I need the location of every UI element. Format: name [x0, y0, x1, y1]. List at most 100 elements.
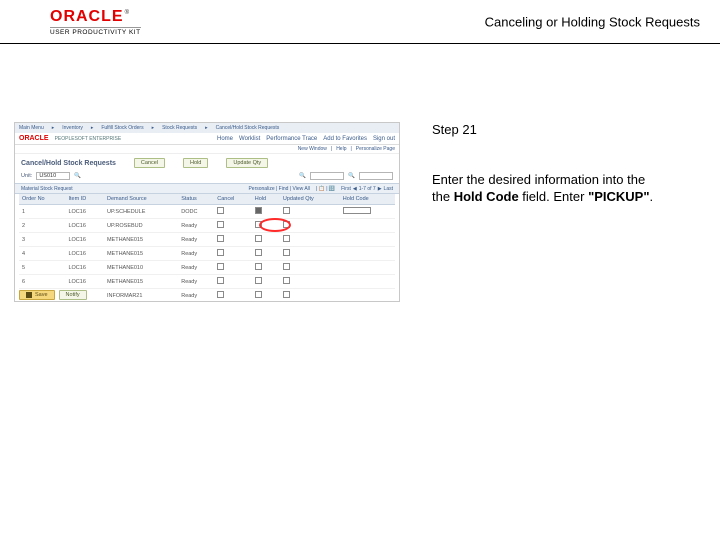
step-text-line2: the: [432, 189, 454, 204]
nav-home[interactable]: Home: [217, 136, 233, 142]
nav-item[interactable]: Main Menu: [19, 125, 44, 131]
hold-checkbox[interactable]: [255, 249, 262, 256]
cell-order: 1: [19, 205, 65, 219]
grid-pager: First ◀ 1-7 of 7 ▶ Last: [341, 186, 393, 192]
updqty-checkbox[interactable]: [283, 249, 290, 256]
cell-item: LOC16: [65, 233, 104, 247]
cell-item: LOC16: [65, 275, 104, 289]
table-row: 1LOC16UP.SCHEDULEDODC: [19, 205, 395, 219]
instruction-column: Step 21 Enter the desired information in…: [406, 122, 706, 302]
notify-button[interactable]: Notify: [59, 290, 87, 300]
trademark-symbol: ®: [125, 10, 129, 16]
updqty-checkbox[interactable]: [283, 235, 290, 242]
cancel-checkbox[interactable]: [217, 263, 224, 270]
cell-item: LOC16: [65, 219, 104, 233]
screenshot-column: Main Menu ▸ Inventory ▸ Fulfill Stock Or…: [0, 122, 406, 302]
col-order[interactable]: Order No: [19, 194, 65, 205]
stock-request-table: Order No Item ID Demand Source Status Ca…: [19, 194, 395, 302]
pager-first[interactable]: First: [341, 186, 351, 192]
table-row: 3LOC16METHANE015Ready: [19, 233, 395, 247]
nav-signout[interactable]: Sign out: [373, 136, 395, 142]
cell-demand: METHANE015: [104, 275, 178, 289]
save-button[interactable]: Save: [19, 290, 55, 300]
step-text: Enter the desired information into the t…: [432, 172, 706, 205]
hold-button[interactable]: Hold: [183, 158, 208, 168]
updqty-checkbox[interactable]: [283, 263, 290, 270]
updqty-checkbox[interactable]: [283, 221, 290, 228]
hold-checkbox[interactable]: [255, 263, 262, 270]
pager-last[interactable]: Last: [384, 186, 393, 192]
hold-code-input[interactable]: [343, 207, 371, 214]
nav-sep: ▸: [52, 125, 55, 131]
hold-checkbox[interactable]: [255, 291, 262, 298]
header-bar: ORACLE® USER PRODUCTIVITY KIT Canceling …: [0, 0, 720, 44]
update-qty-button[interactable]: Update Qty: [226, 158, 268, 168]
cell-order: 6: [19, 275, 65, 289]
col-cancel[interactable]: Cancel: [214, 194, 252, 205]
col-item[interactable]: Item ID: [65, 194, 104, 205]
app-title-row: Cancel/Hold Stock Requests Cancel Hold U…: [15, 154, 399, 170]
search-icon-3[interactable]: 🔍: [348, 173, 355, 179]
nav-item[interactable]: Stock Requests: [162, 125, 197, 131]
step-value: "PICKUP": [588, 189, 649, 204]
app-screenshot: Main Menu ▸ Inventory ▸ Fulfill Stock Or…: [14, 122, 400, 302]
unit-input[interactable]: US010: [36, 172, 70, 180]
search-icon-2[interactable]: 🔍: [299, 173, 306, 179]
cell-demand: METHANE010: [104, 261, 178, 275]
cancel-button[interactable]: Cancel: [134, 158, 165, 168]
aux-input-1[interactable]: [310, 172, 344, 180]
nav-sep: ▸: [205, 125, 208, 131]
util-personalize[interactable]: Personalize Page: [356, 146, 395, 152]
table-row: 6LOC16METHANE015Ready: [19, 275, 395, 289]
cancel-checkbox[interactable]: [217, 207, 224, 214]
cancel-checkbox[interactable]: [217, 235, 224, 242]
content-area: Main Menu ▸ Inventory ▸ Fulfill Stock Or…: [0, 44, 720, 302]
search-icon[interactable]: 🔍: [74, 173, 81, 179]
nav-item[interactable]: Inventory: [62, 125, 83, 131]
hold-checkbox[interactable]: [255, 235, 262, 242]
nav-item[interactable]: Fulfill Stock Orders: [101, 125, 143, 131]
hold-checkbox[interactable]: [255, 221, 262, 228]
updqty-checkbox[interactable]: [283, 277, 290, 284]
step-text-prefix: Enter the desired information into the: [432, 172, 645, 187]
col-hold[interactable]: Hold: [252, 194, 280, 205]
cell-order: 5: [19, 261, 65, 275]
cancel-checkbox[interactable]: [217, 291, 224, 298]
app-util-row: New Window | Help | Personalize Page: [15, 145, 399, 154]
unit-label: Unit:: [21, 173, 32, 179]
oracle-logo: ORACLE®: [50, 8, 129, 26]
nav-worklist[interactable]: Worklist: [239, 136, 260, 142]
cell-status: Ready: [178, 233, 214, 247]
app-logo-row: ORACLE PEOPLESOFT ENTERPRISE Home Workli…: [15, 133, 399, 145]
updqty-checkbox[interactable]: [283, 291, 290, 298]
cell-order: 3: [19, 233, 65, 247]
step-field-name: Hold Code: [454, 189, 519, 204]
util-help[interactable]: Help: [336, 146, 346, 152]
oracle-word: ORACLE: [50, 8, 124, 26]
cell-status: Ready: [178, 247, 214, 261]
aux-input-2[interactable]: [359, 172, 393, 180]
hold-checkbox[interactable]: [255, 277, 262, 284]
updqty-checkbox[interactable]: [283, 207, 290, 214]
col-demand[interactable]: Demand Source: [104, 194, 178, 205]
cancel-checkbox[interactable]: [217, 221, 224, 228]
cell-demand: METHANE015: [104, 233, 178, 247]
nav-item[interactable]: Cancel/Hold Stock Requests: [216, 125, 280, 131]
col-holdcode[interactable]: Hold Code: [340, 194, 395, 205]
nav-fav[interactable]: Add to Favorites: [323, 136, 367, 142]
cell-demand: METHANE015: [104, 247, 178, 261]
cancel-checkbox[interactable]: [217, 249, 224, 256]
nav-perf[interactable]: Performance Trace: [266, 136, 317, 142]
hold-checkbox[interactable]: [255, 207, 262, 214]
brand-subtitle: USER PRODUCTIVITY KIT: [50, 27, 141, 36]
col-status[interactable]: Status: [178, 194, 214, 205]
col-updqty[interactable]: Updated Qty: [280, 194, 340, 205]
cell-item: LOC16: [65, 205, 104, 219]
cancel-checkbox[interactable]: [217, 277, 224, 284]
util-new-window[interactable]: New Window: [298, 146, 327, 152]
grid-customize[interactable]: Personalize | Find | View All: [248, 186, 309, 192]
page-title: Canceling or Holding Stock Requests: [485, 14, 700, 29]
pager-range: 1-7 of 7: [359, 186, 376, 192]
grid-title: Material Stock Request: [21, 186, 73, 192]
cell-status: Ready: [178, 261, 214, 275]
